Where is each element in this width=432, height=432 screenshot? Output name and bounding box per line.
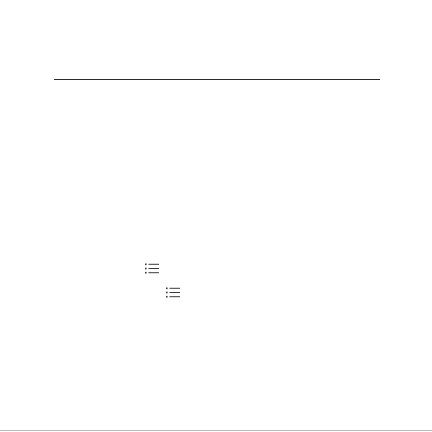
bottom-edge-divider	[0, 430, 432, 431]
page-canvas	[0, 0, 432, 432]
list-icon	[166, 287, 180, 298]
header-divider	[54, 79, 380, 80]
list-icon	[145, 263, 159, 274]
list-button[interactable]	[164, 285, 182, 299]
list-button[interactable]	[143, 261, 161, 275]
